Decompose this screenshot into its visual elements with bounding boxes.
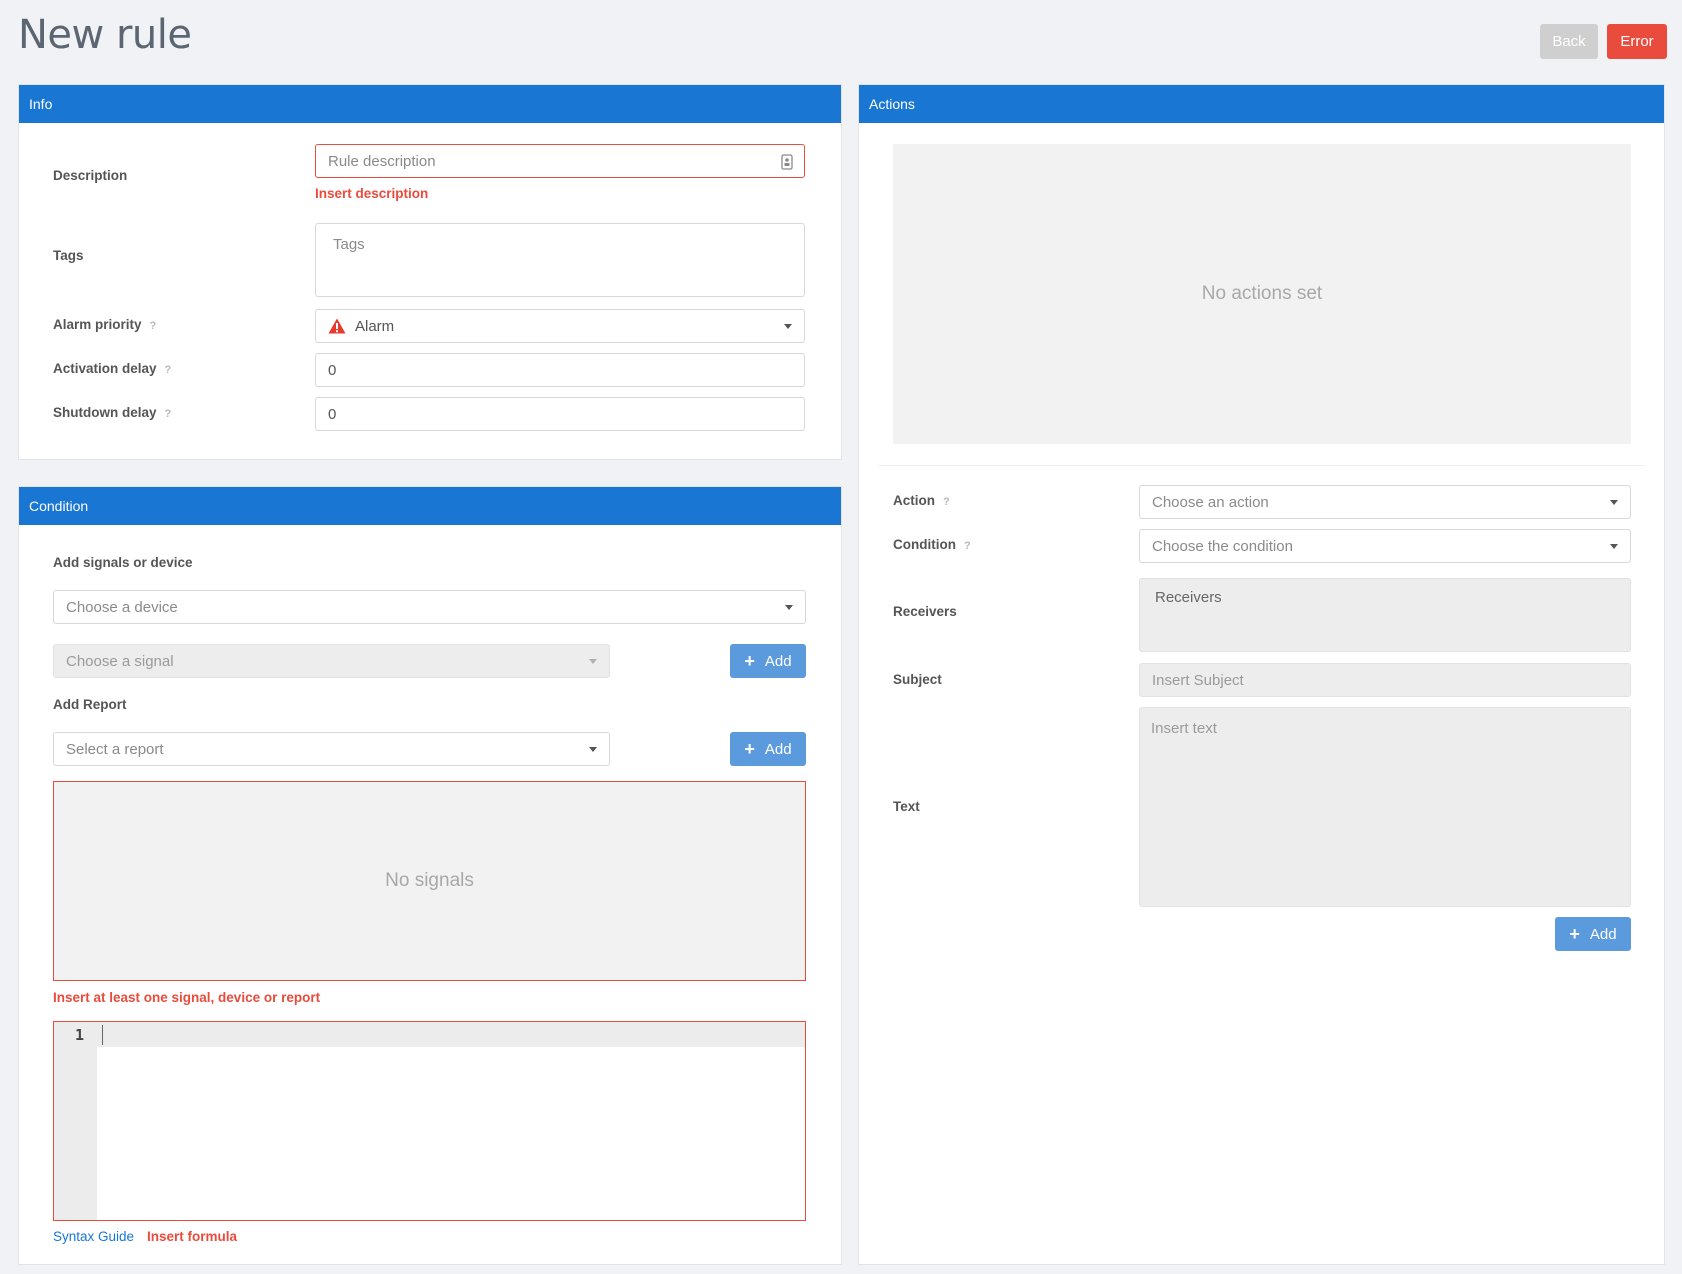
shutdown-delay-text: Shutdown delay	[53, 405, 157, 420]
plus-icon: +	[744, 739, 755, 759]
add-action-button[interactable]: + Add	[1555, 917, 1631, 951]
error-button[interactable]: Error	[1607, 24, 1667, 59]
activation-delay-value: 0	[328, 361, 337, 379]
chevron-down-icon	[784, 324, 792, 329]
subject-input[interactable]: Insert Subject	[1139, 663, 1631, 697]
condition-help-icon[interactable]: ?	[964, 540, 971, 552]
alarm-priority-help-icon[interactable]: ?	[150, 320, 157, 332]
text-label: Text	[893, 799, 920, 814]
description-placeholder: Rule description	[328, 152, 436, 170]
condition-select-placeholder: Choose the condition	[1152, 537, 1293, 555]
plus-icon: +	[744, 651, 755, 671]
add-signal-button-label: Add	[764, 652, 792, 670]
actions-panel: Actions No actions set Action? Choose an…	[858, 84, 1665, 1265]
condition-panel-header: Condition	[19, 487, 841, 525]
chevron-down-icon	[1610, 544, 1618, 549]
add-report-button-label: Add	[764, 740, 792, 758]
alarm-priority-value: Alarm	[355, 317, 395, 335]
page-title: New rule	[18, 12, 192, 58]
signals-error: Insert at least one signal, device or re…	[53, 990, 321, 1005]
editor-gutter	[54, 1022, 97, 1220]
info-panel: Info Description Rule description Insert…	[18, 84, 842, 460]
active-line-highlight	[54, 1022, 805, 1047]
actions-list: No actions set	[893, 144, 1631, 444]
subject-placeholder: Insert Subject	[1152, 671, 1244, 689]
receivers-input[interactable]: Receivers	[1139, 578, 1631, 652]
contact-card-icon	[781, 154, 793, 170]
chevron-down-icon	[589, 659, 597, 664]
action-help-icon[interactable]: ?	[943, 496, 950, 508]
report-select-placeholder: Select a report	[66, 740, 164, 758]
no-signals-text: No signals	[385, 870, 474, 891]
subject-label: Subject	[893, 672, 942, 687]
receivers-placeholder: Receivers	[1155, 589, 1222, 606]
alarm-priority-text: Alarm priority	[53, 317, 142, 332]
shutdown-delay-label: Shutdown delay?	[53, 405, 171, 420]
text-input[interactable]: Insert text	[1139, 707, 1631, 907]
activation-delay-label: Activation delay?	[53, 361, 171, 376]
activation-delay-input[interactable]: 0	[315, 353, 805, 387]
warning-triangle-icon	[328, 318, 346, 334]
action-label-text: Action	[893, 493, 935, 508]
condition-label: Condition?	[893, 537, 971, 552]
plus-icon: +	[1569, 924, 1580, 944]
add-action-button-label: Add	[1589, 925, 1617, 943]
action-label: Action?	[893, 493, 950, 508]
add-signal-button[interactable]: + Add	[730, 644, 806, 678]
activation-delay-text: Activation delay	[53, 361, 157, 376]
receivers-label: Receivers	[893, 604, 957, 619]
text-placeholder: Insert text	[1151, 720, 1217, 737]
device-select-placeholder: Choose a device	[66, 598, 178, 616]
condition-select[interactable]: Choose the condition	[1139, 529, 1631, 563]
shutdown-delay-value: 0	[328, 405, 337, 423]
shutdown-delay-input[interactable]: 0	[315, 397, 805, 431]
tags-placeholder: Tags	[333, 236, 365, 253]
condition-panel: Condition Add signals or device Choose a…	[18, 486, 842, 1265]
chevron-down-icon	[589, 747, 597, 752]
signals-list: No signals	[53, 781, 806, 981]
syntax-guide-link[interactable]: Syntax Guide	[53, 1229, 134, 1244]
description-input[interactable]: Rule description	[315, 144, 805, 178]
divider	[879, 465, 1645, 466]
formula-error: Insert formula	[147, 1229, 238, 1244]
back-button[interactable]: Back	[1540, 24, 1598, 59]
action-select-placeholder: Choose an action	[1152, 493, 1269, 511]
description-error: Insert description	[315, 186, 429, 201]
add-signals-label: Add signals or device	[53, 555, 193, 570]
signal-select[interactable]: Choose a signal	[53, 644, 610, 678]
info-panel-header: Info	[19, 85, 841, 123]
formula-editor[interactable]: 1	[53, 1021, 806, 1221]
condition-label-text: Condition	[893, 537, 956, 552]
chevron-down-icon	[1610, 500, 1618, 505]
chevron-down-icon	[785, 605, 793, 610]
actions-panel-header: Actions	[859, 85, 1664, 123]
action-select[interactable]: Choose an action	[1139, 485, 1631, 519]
editor-cursor	[102, 1025, 103, 1045]
no-actions-text: No actions set	[1201, 283, 1323, 304]
description-label: Description	[53, 168, 128, 183]
signal-select-placeholder: Choose a signal	[66, 652, 174, 670]
activation-delay-help-icon[interactable]: ?	[165, 364, 172, 376]
add-report-button[interactable]: + Add	[730, 732, 806, 766]
line-number: 1	[74, 1026, 84, 1044]
report-select[interactable]: Select a report	[53, 732, 610, 766]
add-report-label: Add Report	[53, 697, 127, 712]
alarm-priority-label: Alarm priority?	[53, 317, 156, 332]
device-select[interactable]: Choose a device	[53, 590, 806, 624]
tags-input[interactable]: Tags	[315, 223, 805, 297]
alarm-priority-select[interactable]: Alarm	[315, 309, 805, 343]
shutdown-delay-help-icon[interactable]: ?	[165, 408, 172, 420]
tags-label: Tags	[53, 248, 84, 263]
